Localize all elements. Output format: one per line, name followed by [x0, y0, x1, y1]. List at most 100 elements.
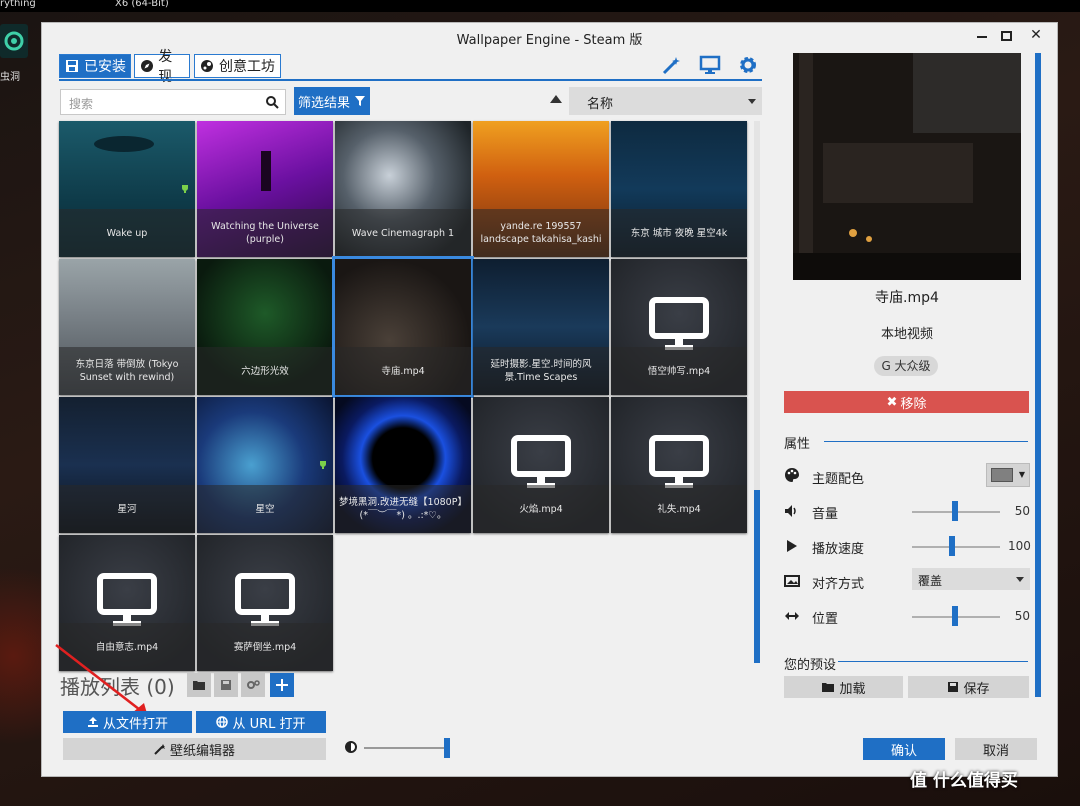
wand-icon[interactable]: [660, 54, 684, 78]
wallpaper-editor-label: 壁纸编辑器: [169, 743, 235, 759]
wallpaper-engine-window: Wallpaper Engine - Steam 版 ✕ 已安装 发现 创意工坊…: [41, 22, 1058, 777]
wallpaper-tile[interactable]: 星河: [59, 397, 195, 533]
search-placeholder: 搜索: [69, 97, 94, 111]
wallpaper-tile[interactable]: Wave Cinemagraph 1: [335, 121, 471, 257]
monitor-icon[interactable]: [698, 54, 722, 78]
wallpaper-title: 梦境黑洞.改进无缝【1080P】(*￣︶￣*) 。.:*♡。: [335, 485, 471, 533]
wallpaper-title: 东京日落 带倒放 (Tokyo Sunset with rewind): [59, 347, 195, 395]
zoom-slider-thumb[interactable]: [444, 738, 450, 758]
load-preset-label: 加载: [839, 681, 866, 697]
load-preset-button[interactable]: 加载: [784, 676, 903, 698]
folder-open-button[interactable]: [187, 673, 211, 697]
tab-installed-label: 已安装: [84, 59, 126, 75]
sort-select-value: 名称: [587, 97, 614, 112]
right-panel-scrollbar[interactable]: [1035, 53, 1041, 697]
playlist-settings-button[interactable]: [241, 673, 265, 697]
maximize-button[interactable]: [996, 27, 1016, 47]
window-title: Wallpaper Engine - Steam 版: [456, 33, 643, 48]
gear-icon[interactable]: [736, 54, 760, 78]
playback-speed-slider[interactable]: [912, 546, 1000, 548]
wallpaper-tile[interactable]: yande.re 199557 landscape takahisa_kashi: [473, 121, 609, 257]
wallpaper-title: 悟空帅写.mp4: [611, 347, 747, 395]
tab-discover[interactable]: 发现: [134, 49, 190, 85]
playback-speed-slider-thumb[interactable]: [949, 536, 955, 556]
steam-icon: [199, 58, 215, 74]
open-from-file-button[interactable]: 从文件打开: [63, 711, 192, 733]
remove-button[interactable]: ✖ 移除: [784, 391, 1029, 413]
properties-heading: 属性: [784, 437, 811, 452]
wallpaper-tile[interactable]: 赛萨倒坐.mp4: [197, 535, 333, 671]
save-preset-button[interactable]: 保存: [908, 676, 1029, 698]
presets-divider: [838, 661, 1028, 662]
wallpaper-tile[interactable]: Wake up: [59, 121, 195, 257]
contrast-icon: [345, 741, 357, 753]
remove-button-label: 移除: [900, 396, 927, 412]
alignment-select-value: 覆盖: [918, 574, 943, 588]
wallpaper-tile[interactable]: 六边形光效: [197, 259, 333, 395]
filter-button[interactable]: 筛选结果: [294, 87, 370, 115]
minimize-button[interactable]: [972, 27, 992, 47]
wallpaper-title: Wave Cinemagraph 1: [335, 209, 471, 257]
properties-divider: [824, 441, 1028, 442]
title-bar[interactable]: Wallpaper Engine - Steam 版 ✕: [42, 23, 1057, 51]
save-icon: [64, 58, 80, 74]
chevron-down-icon: [748, 99, 756, 104]
monitor-placeholder-icon: [235, 573, 295, 626]
wallpaper-tile[interactable]: 东京日落 带倒放 (Tokyo Sunset with rewind): [59, 259, 195, 395]
wallpaper-editor-button[interactable]: 壁纸编辑器: [63, 738, 326, 760]
trophy-icon: [182, 185, 188, 193]
sort-direction-icon[interactable]: [550, 95, 562, 103]
wallpaper-title: 六边形光效: [197, 347, 333, 395]
wallpaper-title: 延时摄影.星空.时间的风景.Time Scapes: [473, 347, 609, 395]
wallpaper-tile[interactable]: 东京 城市 夜晚 星空4k: [611, 121, 747, 257]
playlist-save-button[interactable]: [214, 673, 238, 697]
desktop-taskbar-strip: rything X6 (64-Bit): [0, 0, 1080, 12]
volume-slider-thumb[interactable]: [952, 501, 958, 521]
search-icon[interactable]: [265, 95, 279, 109]
wallpaper-tile[interactable]: 礼失.mp4: [611, 397, 747, 533]
close-button[interactable]: ✕: [1026, 27, 1046, 47]
cancel-button[interactable]: 取消: [955, 738, 1037, 760]
wallpaper-title: 礼失.mp4: [611, 485, 747, 533]
annotation-arrow: [55, 644, 148, 717]
speaker-icon: [784, 503, 800, 519]
position-slider-thumb[interactable]: [952, 606, 958, 626]
sort-select[interactable]: 名称: [569, 87, 762, 115]
monitor-placeholder-icon: [97, 573, 157, 626]
chevron-down-icon: [1016, 577, 1024, 582]
wallpaper-title: 火焰.mp4: [473, 485, 609, 533]
search-input[interactable]: 搜索: [60, 89, 286, 115]
wormhole-app-icon[interactable]: [0, 24, 28, 58]
wallpaper-tile[interactable]: 梦境黑洞.改进无缝【1080P】(*￣︶￣*) 。.:*♡。: [335, 397, 471, 533]
tab-installed[interactable]: 已安装: [59, 54, 131, 78]
open-from-url-button[interactable]: 从 URL 打开: [196, 711, 326, 733]
wallpaper-tile[interactable]: 悟空帅写.mp4: [611, 259, 747, 395]
content-rating-badge: G 大众级: [874, 356, 938, 376]
ok-button[interactable]: 确认: [863, 738, 945, 760]
wallpaper-tile[interactable]: Watching the Universe (purple): [197, 121, 333, 257]
play-icon: [784, 538, 800, 554]
wallpaper-tile[interactable]: 星空: [197, 397, 333, 533]
horizontal-arrows-icon: [784, 608, 800, 624]
watermark-logo: 值 什么值得买: [910, 771, 1018, 791]
alignment-select[interactable]: 覆盖: [912, 568, 1030, 590]
wallpaper-tile-selected[interactable]: 寺庙.mp4: [332, 256, 474, 398]
wand-icon: [154, 744, 165, 755]
playlist-add-button[interactable]: [270, 673, 294, 697]
zoom-slider[interactable]: [364, 747, 446, 749]
close-icon: ✖: [886, 394, 898, 410]
wallpaper-tile[interactable]: 延时摄影.星空.时间的风景.Time Scapes: [473, 259, 609, 395]
theme-color-picker[interactable]: ▼: [986, 463, 1030, 487]
grid-scrollbar-thumb[interactable]: [754, 490, 760, 663]
tab-workshop[interactable]: 创意工坊: [194, 54, 281, 78]
folder-icon: [822, 683, 835, 692]
presets-heading: 您的预设: [784, 658, 837, 673]
wallpaper-tile[interactable]: 火焰.mp4: [473, 397, 609, 533]
funnel-icon: [355, 96, 365, 106]
ok-button-label: 确认: [890, 743, 917, 759]
wallpaper-title: 赛萨倒坐.mp4: [197, 623, 333, 671]
gears-icon: [247, 680, 260, 689]
monitor-placeholder-icon: [511, 435, 571, 488]
wallpaper-grid: Wake up Watching the Universe (purple) W…: [59, 121, 753, 671]
filter-button-label: 筛选结果: [297, 95, 350, 111]
